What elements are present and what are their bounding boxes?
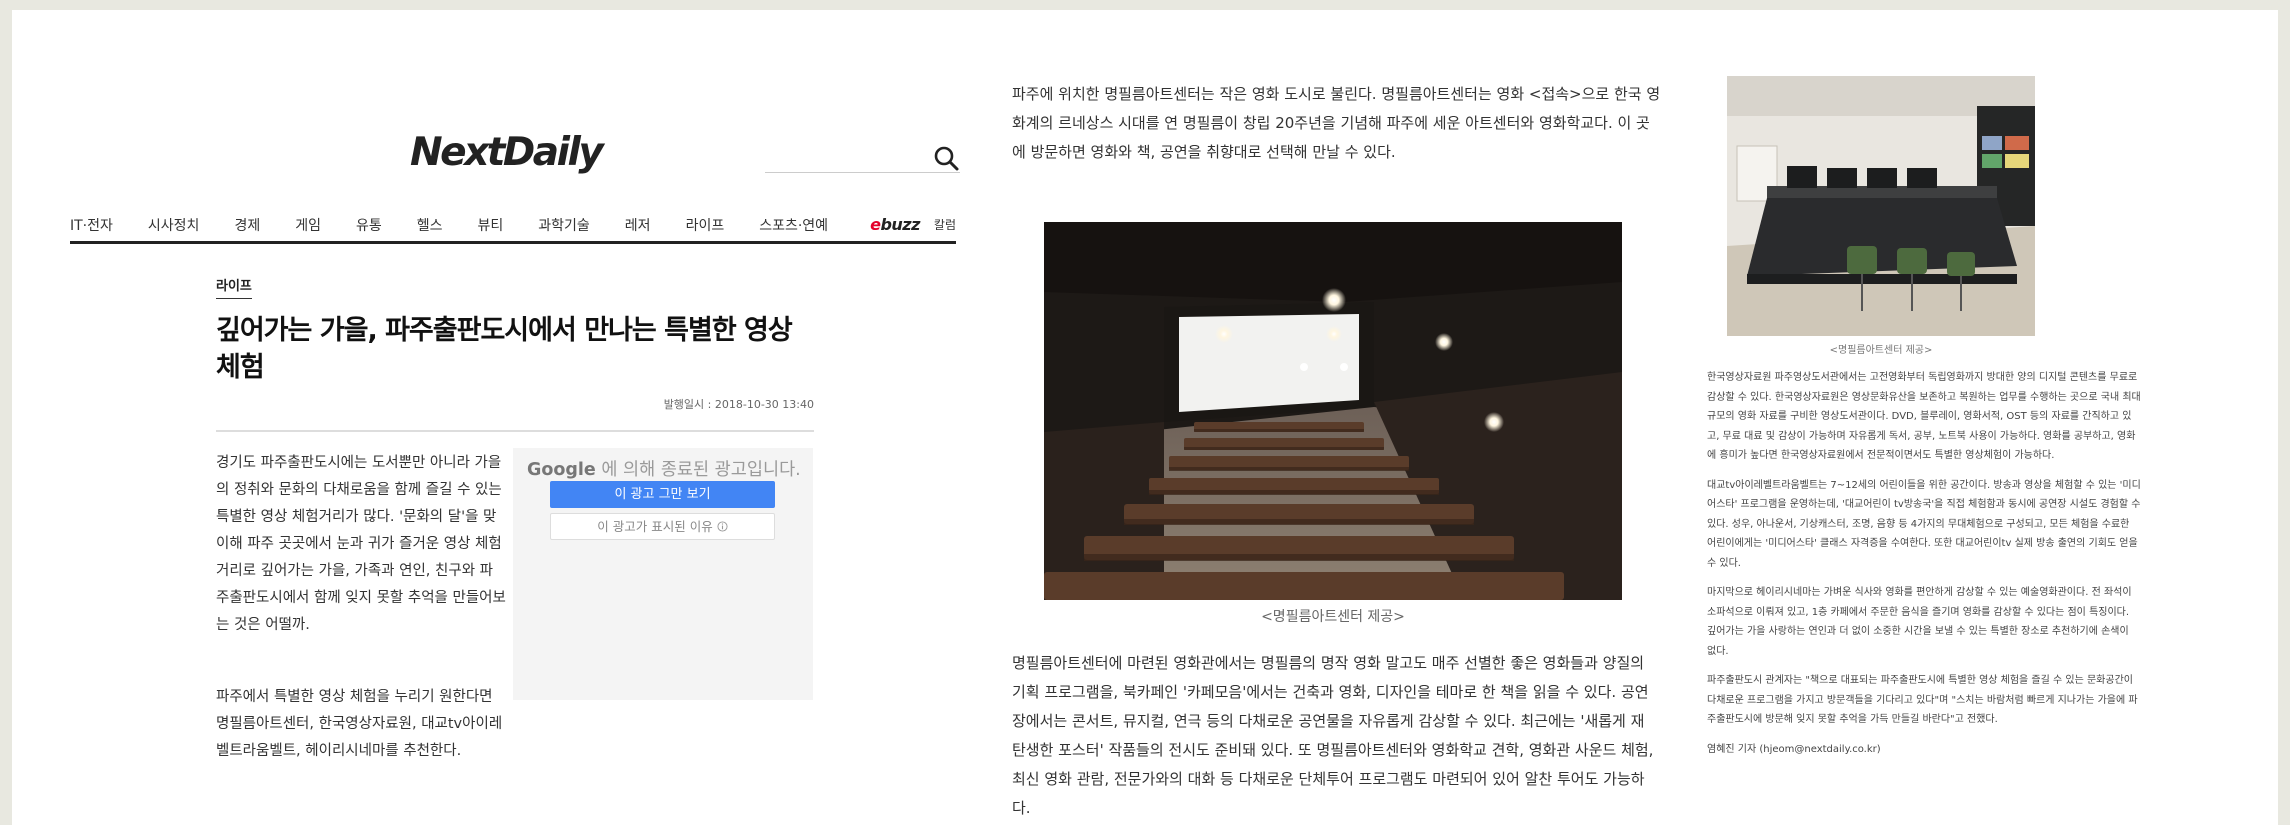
sidebar-article-text: 한국영상자료원 파주영상도서관에서는 고전영화부터 독립영화까지 방대한 양의 …	[1707, 368, 2141, 769]
article-title: 깊어가는 가을, 파주출판도시에서 만나는 특별한 영상 체험	[216, 315, 793, 383]
col3-paragraph-3: 마지막으로 헤이리시네마는 가벼운 식사와 영화를 편안하게 감상할 수 있는 …	[1707, 587, 2132, 657]
byline: 염혜진 기자 (hjeom@nextdaily.co.kr)	[1707, 743, 1881, 755]
nav-item-beauty[interactable]: 뷰티	[478, 215, 504, 235]
ebuzz-e: e	[870, 215, 881, 234]
studio-illustration	[1727, 76, 2035, 336]
section-label[interactable]: 라이프	[216, 275, 252, 299]
header-divider	[216, 430, 814, 432]
col3-paragraph-4: 파주출판도시 관계자는 "책으로 대표되는 파주출판도시에 특별한 영상 체험을…	[1707, 675, 2138, 725]
why-ad-label: 이 광고가 표시된 이유	[597, 519, 713, 534]
ad-closed-notice: Google 에 의해 종료된 광고입니다.	[527, 456, 801, 481]
col3-paragraph-2: 대교tv아이레벨트라움벨트는 7~12세의 어린이들을 위한 공간이다. 방송과…	[1707, 479, 2141, 569]
nav-right: ebuzz 칼럼	[870, 208, 956, 241]
theater-illustration	[1044, 222, 1622, 600]
ad-closed-text: 에 의해 종료된 광고입니다.	[601, 460, 801, 480]
article-lead: 경기도 파주출판도시에는 도서뿐만 아니라 가을의 정취와 문화의 다채로움을 …	[216, 450, 506, 649]
body-paragraph: 명필름아트센터에 마련된 영화관에서는 명필름의 명작 영화 말고도 매주 선별…	[1012, 654, 1654, 817]
info-icon	[717, 521, 728, 532]
nav-item-leisure[interactable]: 레저	[625, 215, 651, 235]
nav-item-science[interactable]: 과학기술	[538, 215, 590, 235]
nav-item-economy[interactable]: 경제	[234, 215, 260, 235]
nav-item-politics[interactable]: 시사정치	[148, 215, 200, 235]
nav-item-column[interactable]: 칼럼	[934, 216, 956, 233]
main-nav: IT·전자 시사정치 경제 게임 유통 헬스 뷰티 과학기술 레저 라이프 스포…	[70, 208, 956, 244]
search-underline	[765, 172, 960, 173]
nav-item-game[interactable]: 게임	[295, 215, 321, 235]
col3-paragraph-1: 한국영상자료원 파주영상도서관에서는 고전영화부터 독립영화까지 방대한 양의 …	[1707, 372, 2141, 461]
studio-photo	[1727, 76, 2035, 336]
intro-paragraph: 파주에 위치한 명필름아트센터는 작은 영화 도시로 불린다. 명필름아트센터는…	[1012, 85, 1661, 161]
search-icon[interactable]	[932, 144, 960, 172]
theater-caption: <명필름아트센터 제공>	[1261, 609, 1405, 625]
ebuzz-logo[interactable]: ebuzz	[870, 215, 920, 234]
publish-date: 발행일시 : 2018-10-30 13:40	[663, 398, 814, 411]
paragraph-1: 경기도 파주출판도시에는 도서뿐만 아니라 가을의 정취와 문화의 다채로움을 …	[216, 455, 506, 633]
paragraph-2: 파주에서 특별한 영상 체험을 누리기 원한다면 명필름아트센터, 한국영상자료…	[216, 689, 503, 759]
nav-item-life[interactable]: 라이프	[686, 215, 725, 235]
ad-slot: Google 에 의해 종료된 광고입니다. 이 광고 그만 보기 이 광고가 …	[513, 448, 813, 700]
why-ad-button[interactable]: 이 광고가 표시된 이유	[550, 513, 775, 540]
nav-item-it[interactable]: IT·전자	[70, 215, 113, 235]
ebuzz-rest: buzz	[880, 215, 920, 234]
site-logo[interactable]: NextDaily	[410, 130, 650, 175]
nav-item-sports[interactable]: 스포츠·연예	[759, 215, 828, 235]
stop-ad-button[interactable]: 이 광고 그만 보기	[550, 481, 775, 508]
nav-item-health[interactable]: 헬스	[417, 215, 443, 235]
theater-photo	[1044, 222, 1622, 600]
nav-item-retail[interactable]: 유통	[356, 215, 382, 235]
google-wordmark: Google	[527, 460, 596, 480]
studio-caption: <명필름아트센터 제공>	[1829, 345, 1933, 356]
